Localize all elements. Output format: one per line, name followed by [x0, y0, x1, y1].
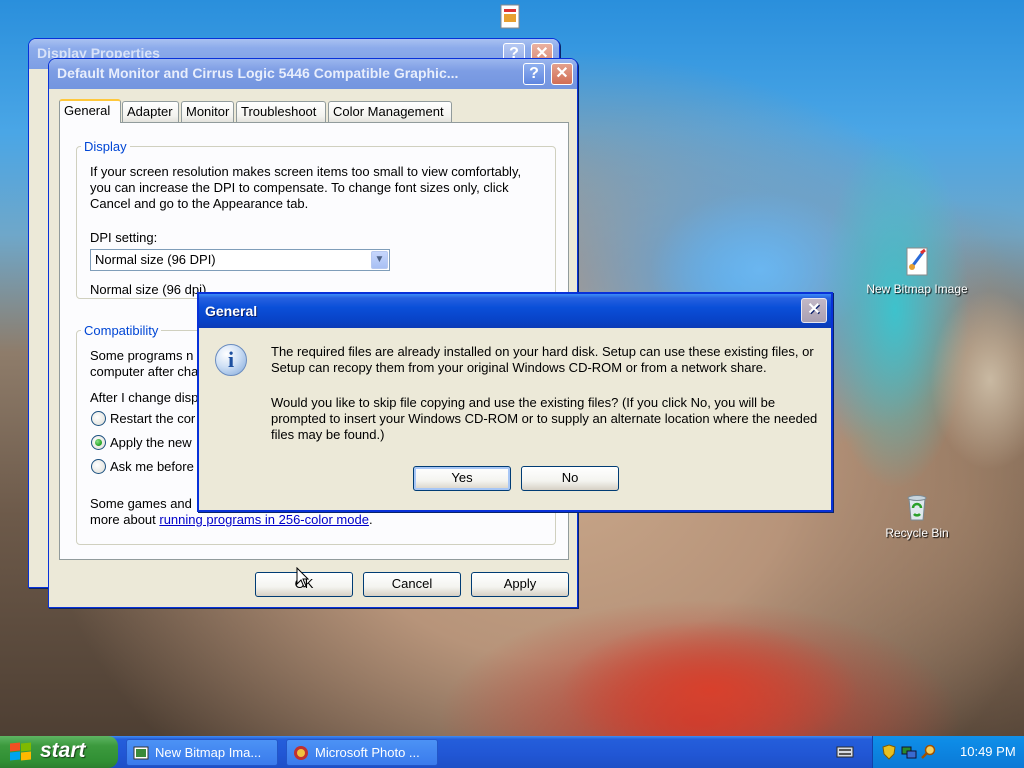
taskbar-item-bitmap[interactable]: New Bitmap Ima... — [126, 739, 278, 766]
display-group: Display — [76, 139, 556, 299]
dialog-message-1: The required files are already installed… — [271, 344, 814, 375]
security-shield-icon[interactable] — [881, 744, 897, 760]
dpi-setting-label: DPI setting: — [90, 230, 158, 245]
compat-text-line1: Some programs n — [90, 348, 194, 363]
dpi-setting-dropdown[interactable]: Normal size (96 DPI) ▼ — [90, 249, 390, 271]
radio-ask[interactable] — [91, 459, 106, 474]
general-dialog-titlebar[interactable]: General ✕ — [199, 294, 831, 328]
tab-adapter[interactable]: Adapter — [122, 101, 179, 122]
display-group-legend: Display — [84, 139, 127, 154]
radio-restart-label[interactable]: Restart the cor — [110, 411, 195, 427]
keyboard-icon[interactable] — [836, 745, 854, 759]
paint-icon — [133, 746, 149, 760]
desktop-icon-label: Recycle Bin — [885, 526, 949, 540]
desktop-icon-recycle-bin[interactable]: Recycle Bin — [862, 490, 972, 540]
help-button[interactable]: ? — [523, 63, 545, 85]
search-icon[interactable] — [921, 744, 937, 760]
chevron-down-icon[interactable]: ▼ — [371, 251, 388, 269]
dpi-current-text: Normal size (96 dpi) — [90, 282, 207, 297]
no-button[interactable]: No — [521, 466, 619, 491]
taskbar: start New Bitmap Ima... Microsoft Photo … — [0, 736, 1024, 768]
compat-text-line2: computer after cha — [90, 364, 199, 379]
taskbar-item-label: New Bitmap Ima... — [155, 745, 262, 760]
photo-editor-icon — [294, 746, 308, 760]
close-button[interactable]: ✕ — [551, 63, 573, 85]
bitmap-image-icon — [906, 247, 928, 276]
windows-logo-icon — [10, 742, 32, 761]
taskbar-item-label: Microsoft Photo ... — [315, 745, 420, 760]
general-dialog: General ✕ i The required files are alrea… — [197, 292, 833, 512]
desktop-icon-label: New Bitmap Image — [866, 282, 968, 296]
document-icon — [500, 4, 520, 29]
taskbar-item-photo-editor[interactable]: Microsoft Photo ... — [286, 739, 438, 766]
dialog-title: General — [205, 303, 258, 319]
start-button[interactable]: start — [0, 736, 118, 768]
dpi-setting-value: Normal size (96 DPI) — [95, 252, 216, 267]
desktop-shortcut-icon[interactable] — [497, 4, 523, 32]
tab-monitor[interactable]: Monitor — [181, 101, 234, 122]
window-title: Default Monitor and Cirrus Logic 5446 Co… — [57, 65, 459, 81]
cancel-button[interactable]: Cancel — [363, 572, 461, 597]
after-change-label: After I change disp — [90, 390, 199, 405]
games-text: Some games and — [90, 496, 192, 511]
system-tray: 10:49 PM — [872, 736, 1024, 768]
clock[interactable]: 10:49 PM — [960, 744, 1016, 759]
radio-ask-label[interactable]: Ask me before — [110, 459, 194, 475]
radio-apply[interactable] — [91, 435, 106, 450]
recycle-bin-icon — [907, 495, 927, 521]
monitor-properties-titlebar[interactable]: Default Monitor and Cirrus Logic 5446 Co… — [49, 59, 577, 89]
more-about-suffix: . — [368, 512, 373, 527]
apply-button[interactable]: Apply — [471, 572, 569, 597]
tab-color-management[interactable]: Color Management — [328, 101, 452, 122]
tab-troubleshoot[interactable]: Troubleshoot — [236, 101, 326, 122]
display-description: If your screen resolution makes screen i… — [90, 164, 522, 211]
more-about-prefix: more about — [90, 512, 160, 527]
yes-button[interactable]: Yes — [413, 466, 511, 491]
tab-general[interactable]: General — [59, 99, 121, 123]
more-about-text: more about running programs in 256-color… — [90, 512, 373, 528]
start-label: start — [40, 739, 86, 762]
mouse-cursor-icon — [296, 567, 310, 588]
close-button[interactable]: ✕ — [801, 298, 827, 323]
network-icon[interactable] — [901, 744, 917, 760]
256-color-mode-link[interactable]: running programs in 256-color mode — [159, 512, 369, 527]
compatibility-group-legend: Compatibility — [84, 323, 159, 338]
radio-restart[interactable] — [91, 411, 106, 426]
dialog-message-2: Would you like to skip file copying and … — [271, 395, 818, 442]
information-icon: i — [215, 344, 247, 376]
desktop-icon-new-bitmap[interactable]: New Bitmap Image — [855, 246, 979, 296]
radio-apply-label[interactable]: Apply the new — [110, 435, 192, 451]
